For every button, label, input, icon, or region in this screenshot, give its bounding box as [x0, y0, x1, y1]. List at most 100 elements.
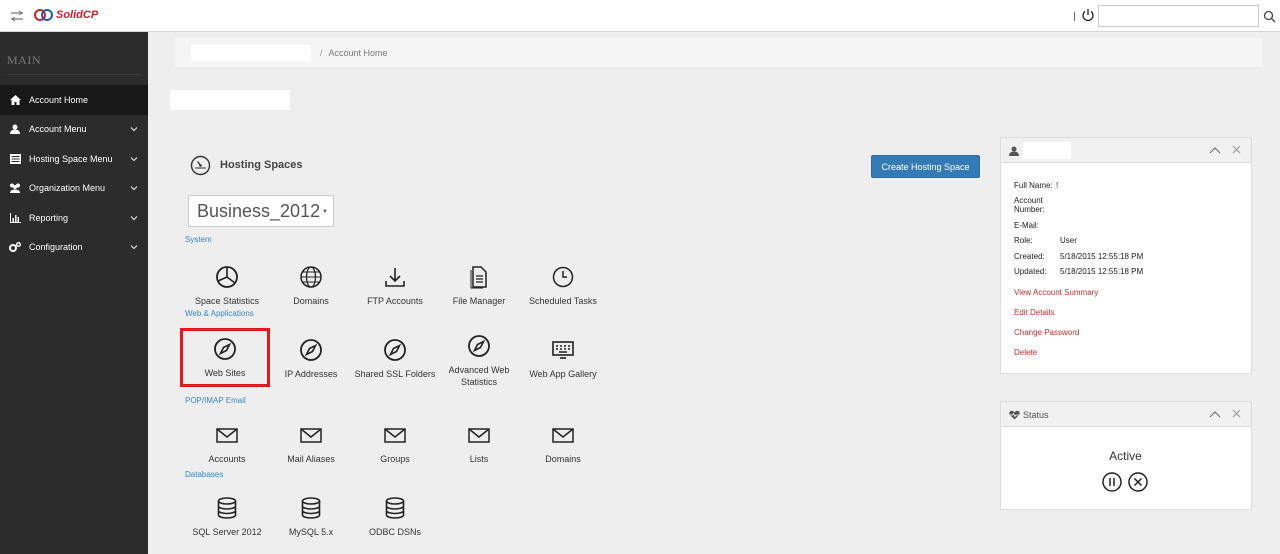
- chevron-down-icon: [130, 245, 138, 250]
- sidebar-item-label: Account Home: [29, 95, 89, 105]
- tile-scheduled-tasks[interactable]: Scheduled Tasks: [521, 247, 605, 323]
- power-icon[interactable]: [1081, 8, 1095, 22]
- field-value: User: [1060, 236, 1077, 245]
- sidebar-item-label: Account Menu: [29, 124, 87, 134]
- tile-label: Domains: [293, 295, 329, 306]
- database-icon: [214, 495, 240, 521]
- sidebar-item-reporting[interactable]: Reporting: [0, 203, 148, 233]
- tile-shared-ssl-folders[interactable]: Shared SSL Folders: [350, 320, 440, 396]
- change-password-link[interactable]: Change Password: [1014, 328, 1079, 337]
- status-card-title: Status: [1023, 410, 1049, 420]
- top-bar: SolidCP: [0, 0, 1280, 32]
- breadcrumb-redacted-link[interactable]: [191, 44, 311, 61]
- field-value: !: [1056, 181, 1059, 190]
- tile-label: Accounts: [208, 453, 246, 464]
- breadcrumb-current: Account Home: [328, 47, 388, 58]
- tile-groups[interactable]: Groups: [353, 405, 437, 481]
- field-label: Full Name:: [1014, 181, 1053, 190]
- sidebar-toggle-icon[interactable]: [10, 9, 24, 23]
- close-icon[interactable]: [1232, 145, 1241, 154]
- clock-icon: [550, 264, 576, 290]
- view-account-summary-link[interactable]: View Account Summary: [1014, 288, 1098, 297]
- field-label: Updated:: [1014, 267, 1047, 276]
- tile-mysql-5x[interactable]: MySQL 5.x: [269, 478, 353, 554]
- sidebar-item-organization-menu[interactable]: Organization Menu: [0, 173, 148, 203]
- full-name-row: Full Name:!: [1014, 181, 1060, 190]
- globe-icon: [298, 264, 324, 290]
- tile-label: Domains: [545, 453, 581, 464]
- dashboard-icon: [190, 155, 211, 176]
- envelope-icon: [550, 422, 576, 448]
- tile-mail-aliases[interactable]: Mail Aliases: [269, 405, 353, 481]
- account-name-redacted: [1023, 142, 1071, 159]
- envelope-icon: [214, 422, 240, 448]
- compass-icon: [466, 333, 492, 359]
- tile-file-manager[interactable]: File Manager: [437, 247, 521, 323]
- hosting-space-selected: Business_2012: [197, 200, 321, 221]
- tile-label: SQL Server 2012: [192, 526, 262, 537]
- user-icon: [9, 123, 21, 135]
- hosting-space-select[interactable]: Business_2012 ▼: [188, 195, 334, 227]
- sidebar: MAIN Account Home Account Menu Hosting S…: [0, 32, 148, 554]
- divider: [1074, 12, 1075, 21]
- tile-odbc-dsns[interactable]: ODBC DSNs: [353, 478, 437, 554]
- tile-label: FTP Accounts: [367, 295, 423, 306]
- sidebar-item-configuration[interactable]: Configuration: [0, 232, 148, 262]
- collapse-icon[interactable]: [1209, 145, 1221, 155]
- logo[interactable]: SolidCP: [34, 8, 98, 22]
- cogs-icon: [9, 241, 21, 253]
- chevron-down-icon: [130, 216, 138, 221]
- search-input[interactable]: [1098, 5, 1259, 27]
- tile-label: MySQL 5.x: [288, 526, 334, 537]
- pause-icon[interactable]: [1102, 472, 1122, 492]
- tile-web-app-gallery[interactable]: Web App Gallery: [521, 320, 605, 396]
- compass-icon: [298, 337, 324, 363]
- status-value: Active: [1109, 449, 1142, 463]
- status-card: Status Active: [1000, 401, 1252, 510]
- database-icon: [382, 495, 408, 521]
- field-label: E-Mail:: [1014, 221, 1039, 230]
- search-icon[interactable]: [1263, 10, 1276, 23]
- envelope-icon: [466, 422, 492, 448]
- sidebar-item-account-home[interactable]: Account Home: [0, 85, 148, 115]
- sidebar-item-hosting-space-menu[interactable]: Hosting Space Menu: [0, 144, 148, 174]
- tile-advanced-web-statistics[interactable]: Advanced Web Statistics: [437, 322, 521, 398]
- chevron-down-icon: [130, 127, 138, 132]
- collapse-icon[interactable]: [1209, 409, 1221, 419]
- caret-down-icon: ▼: [322, 209, 328, 215]
- tile-web-sites[interactable]: Web Sites: [180, 328, 270, 387]
- hosting-spaces-title: Hosting Spaces: [220, 159, 303, 171]
- tile-label: Mail Aliases: [287, 453, 335, 464]
- file-icon: [466, 264, 492, 290]
- delete-link[interactable]: Delete: [1014, 348, 1037, 357]
- sidebar-item-account-menu[interactable]: Account Menu: [0, 114, 148, 144]
- email-row: E-Mail:: [1014, 221, 1060, 230]
- heartbeat-icon: [1009, 410, 1020, 420]
- stop-icon[interactable]: [1128, 472, 1148, 492]
- field-label: Created:: [1014, 252, 1045, 261]
- tile-sql-server-2012[interactable]: SQL Server 2012: [185, 478, 269, 554]
- users-icon: [9, 182, 21, 194]
- sidebar-title: MAIN: [7, 53, 41, 67]
- field-value: 5/18/2015 12:55:18 PM: [1060, 252, 1144, 261]
- close-icon[interactable]: [1232, 409, 1241, 418]
- breadcrumb: / Account Home: [175, 38, 1262, 67]
- tile-lists[interactable]: Lists: [437, 405, 521, 481]
- tile-label: Space Statistics: [194, 295, 260, 306]
- user-icon: [1009, 146, 1019, 156]
- tile-mail-domains[interactable]: Domains: [521, 405, 605, 481]
- pie-chart-icon: [214, 264, 240, 290]
- edit-details-link[interactable]: Edit Details: [1014, 308, 1054, 317]
- create-hosting-space-button[interactable]: Create Hosting Space: [871, 155, 980, 178]
- tile-ip-addresses[interactable]: IP Addresses: [269, 320, 353, 396]
- tile-domains[interactable]: Domains: [269, 247, 353, 323]
- keyboard-icon: [550, 337, 576, 363]
- tile-label: Advanced Web Statistics: [448, 364, 510, 387]
- page-title-redacted: [170, 90, 290, 110]
- updated-row: Updated: 5/18/2015 12:55:18 PM: [1014, 267, 1143, 276]
- tile-label: Groups: [380, 453, 410, 464]
- envelope-icon: [382, 422, 408, 448]
- logo-text: SolidCP: [56, 9, 99, 21]
- tile-ftp-accounts[interactable]: FTP Accounts: [353, 247, 437, 323]
- tile-label: Lists: [469, 453, 489, 464]
